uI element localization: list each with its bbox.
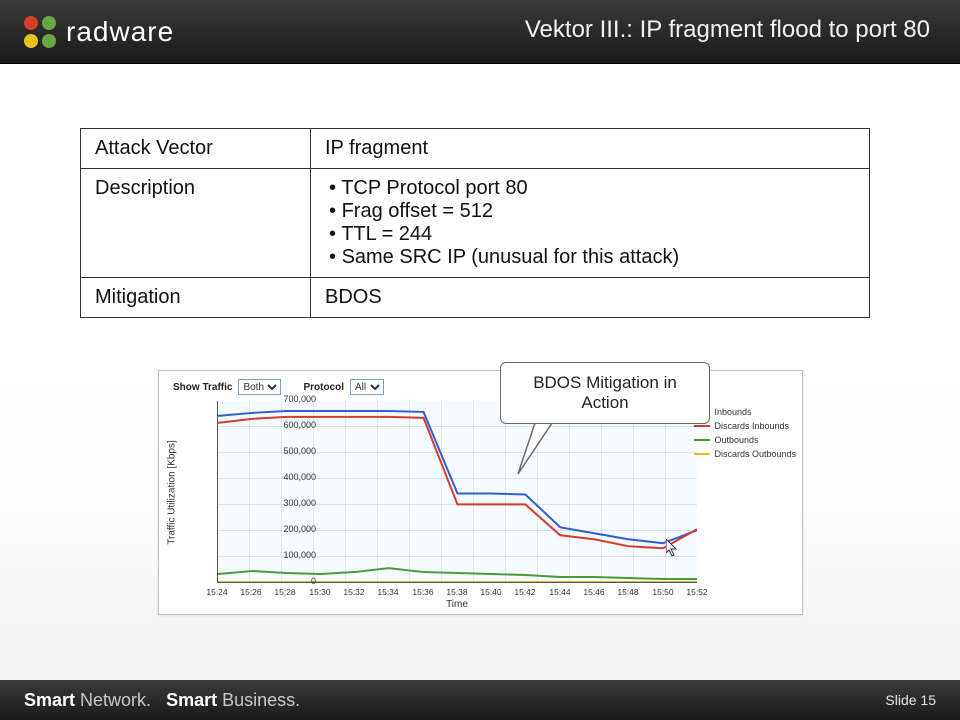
header-bar: radware Vektor III.: IP fragment flood t…	[0, 0, 960, 64]
x-axis-title: Time	[217, 599, 697, 610]
brand-name: radware	[66, 16, 174, 48]
x-tick: 15:32	[343, 587, 364, 597]
page-title: Vektor III.: IP fragment flood to port 8…	[525, 16, 930, 44]
y-tick: 700,000	[266, 394, 316, 404]
row-label: Description	[81, 169, 311, 278]
x-tick: 15:52	[686, 587, 707, 597]
y-tick: 500,000	[266, 446, 316, 456]
x-tick: 15:34	[377, 587, 398, 597]
list-item: TTL = 244	[329, 223, 855, 246]
x-tick: 15:28	[274, 587, 295, 597]
x-tick: 15:50	[652, 587, 673, 597]
chart-toolbar: Show Traffic Both Protocol All	[173, 379, 384, 395]
brand-logo: radware	[24, 16, 174, 48]
footer-tagline: Smart Network. Smart Business.	[24, 690, 300, 711]
row-value: BDOS	[311, 278, 870, 318]
table-row: Description TCP Protocol port 80 Frag of…	[81, 169, 870, 278]
y-tick: 400,000	[266, 472, 316, 482]
legend-item: Outbounds	[694, 433, 796, 447]
row-value: TCP Protocol port 80 Frag offset = 512 T…	[311, 169, 870, 278]
list-item: Same SRC IP (unusual for this attack)	[329, 246, 855, 269]
table-row: Mitigation BDOS	[81, 278, 870, 318]
y-tick: 600,000	[266, 420, 316, 430]
callout-text: BDOS Mitigation in Action	[533, 373, 677, 412]
x-tick: 15:48	[617, 587, 638, 597]
x-tick: 15:42	[514, 587, 535, 597]
row-label: Attack Vector	[81, 129, 311, 169]
slide: radware Vektor III.: IP fragment flood t…	[0, 0, 960, 720]
list-item: Frag offset = 512	[329, 200, 855, 223]
list-item: TCP Protocol port 80	[329, 177, 855, 200]
logo-dots-icon	[24, 16, 56, 48]
y-tick: 0	[266, 576, 316, 586]
y-tick: 200,000	[266, 524, 316, 534]
row-label: Mitigation	[81, 278, 311, 318]
description-list: TCP Protocol port 80 Frag offset = 512 T…	[325, 177, 855, 269]
slide-number: Slide 15	[885, 692, 936, 708]
footer-bar: Smart Network. Smart Business. Slide 15	[0, 680, 960, 720]
show-traffic-label: Show Traffic	[173, 382, 232, 393]
x-tick: 15:26	[240, 587, 261, 597]
show-traffic-select[interactable]: Both	[238, 379, 281, 395]
protocol-label: Protocol	[303, 382, 344, 393]
x-tick: 15:46	[583, 587, 604, 597]
y-axis-title: Traffic Utilization [Kbps]	[165, 401, 179, 583]
callout-box: BDOS Mitigation in Action	[500, 362, 710, 424]
x-tick: 15:38	[446, 587, 467, 597]
x-tick: 15:30	[309, 587, 330, 597]
x-tick: 15:44	[549, 587, 570, 597]
y-tick: 300,000	[266, 498, 316, 508]
protocol-select[interactable]: All	[350, 379, 384, 395]
legend-item: Discards Inbounds	[694, 419, 796, 433]
attack-info-table: Attack Vector IP fragment Description TC…	[80, 128, 870, 318]
table-row: Attack Vector IP fragment	[81, 129, 870, 169]
x-tick: 15:40	[480, 587, 501, 597]
legend-item: Discards Outbounds	[694, 447, 796, 461]
y-tick: 100,000	[266, 550, 316, 560]
row-value: IP fragment	[311, 129, 870, 169]
x-tick: 15:24	[206, 587, 227, 597]
x-tick: 15:36	[412, 587, 433, 597]
